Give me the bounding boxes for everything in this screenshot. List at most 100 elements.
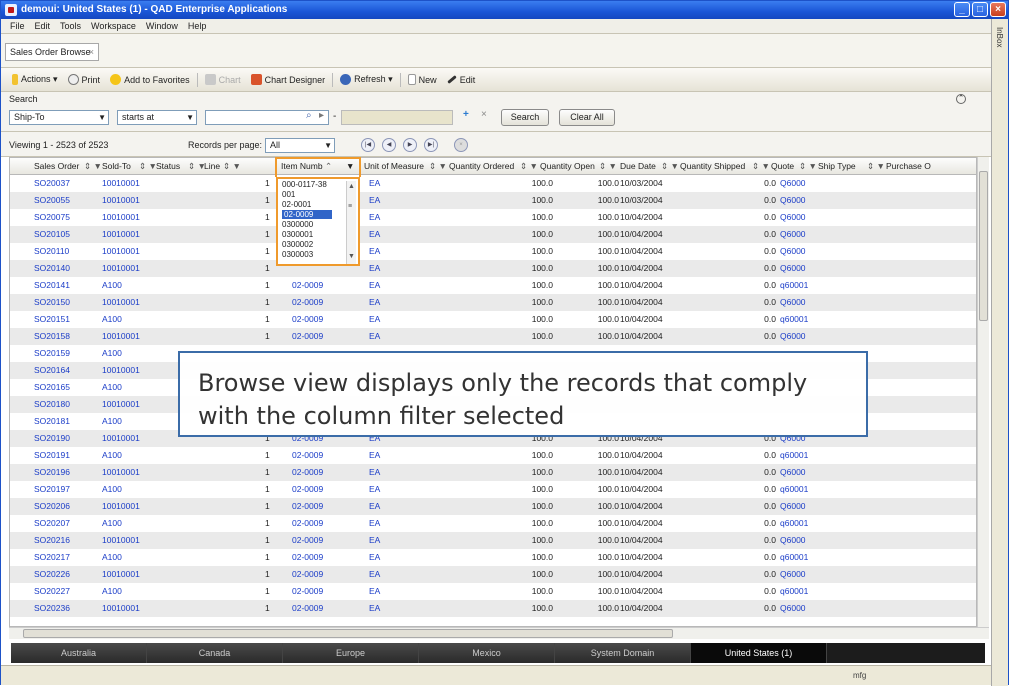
- sort-filter-icon[interactable]: ⇕ ▼: [520, 161, 538, 172]
- cell-sold-to[interactable]: 10010001: [102, 178, 140, 188]
- domain-tab-system-domain[interactable]: System Domain: [555, 643, 691, 663]
- cell-item-number[interactable]: 02-0009: [292, 603, 323, 613]
- cell-sales-order[interactable]: SO20105: [34, 229, 70, 239]
- maximize-button[interactable]: □: [972, 2, 988, 17]
- cell-sales-order[interactable]: SO20150: [34, 297, 70, 307]
- cell-sold-to[interactable]: 10010001: [102, 501, 140, 511]
- scroll-up-icon[interactable]: ▲: [348, 183, 355, 190]
- cell-sales-order[interactable]: SO20217: [34, 552, 70, 562]
- sort-filter-icon[interactable]: ⇕ ▼: [661, 161, 679, 172]
- operator-select[interactable]: starts at ▼: [117, 110, 197, 125]
- cell-sales-order[interactable]: SO20197: [34, 484, 70, 494]
- domain-tab-canada[interactable]: Canada: [147, 643, 283, 663]
- col-quantity-shipped[interactable]: Quantity Shipped: [680, 161, 745, 171]
- table-row[interactable]: SO20227 A100 1 02-0009 EA 100.0 100.0 10/04/200…: [10, 583, 976, 600]
- inbox-sidebar[interactable]: InBox: [991, 19, 1008, 686]
- col-due-date[interactable]: Due Date: [620, 161, 656, 171]
- table-row[interactable]: SO20158 10010001 1 02-0009 EA 100.0 100.0 10/04…: [10, 328, 976, 345]
- cell-sales-order[interactable]: SO20037: [34, 178, 70, 188]
- sort-filter-icon[interactable]: ⇕ ▼: [799, 161, 817, 172]
- tab-sales-order-browse[interactable]: Sales Order Browse ×: [5, 43, 99, 61]
- cell-sales-order[interactable]: SO20216: [34, 535, 70, 545]
- table-row[interactable]: SO20236 10010001 1 02-0009 EA 100.0 100.0 10/04…: [10, 600, 976, 617]
- filter-option[interactable]: 0300002: [282, 240, 313, 249]
- cell-item-number[interactable]: 02-0009: [292, 450, 323, 460]
- search-button[interactable]: Search: [501, 109, 549, 126]
- first-page-icon[interactable]: |◀: [361, 138, 375, 152]
- cell-sales-order[interactable]: SO20236: [34, 603, 70, 613]
- close-tab-icon[interactable]: ×: [89, 44, 94, 60]
- col-ship-type[interactable]: Ship Type: [818, 161, 856, 171]
- table-row[interactable]: SO20075 10010001 1 EA 100.0 100.0 10/04/2004 0.…: [10, 209, 976, 226]
- table-row[interactable]: SO20140 10010001 1 EA 100.0 100.0 10/04/2004 0.…: [10, 260, 976, 277]
- cell-quote[interactable]: q60001: [780, 314, 808, 324]
- actions-button[interactable]: Actions ▾: [7, 71, 63, 89]
- table-row[interactable]: SO20105 10010001 1 EA 100.0 100.0 10/04/2004 0.…: [10, 226, 976, 243]
- cell-quote[interactable]: Q6000: [780, 195, 806, 205]
- cancel-load-icon[interactable]: ×: [454, 138, 468, 152]
- cell-sold-to[interactable]: A100: [102, 518, 122, 528]
- menu-help[interactable]: Help: [183, 19, 212, 33]
- cell-item-number[interactable]: 02-0009: [292, 535, 323, 545]
- menu-workspace[interactable]: Workspace: [86, 19, 141, 33]
- prev-page-icon[interactable]: ◀: [382, 138, 396, 152]
- minimize-button[interactable]: _: [954, 2, 970, 17]
- filter-option[interactable]: 02-0001: [282, 200, 311, 209]
- cell-item-number[interactable]: 02-0009: [292, 586, 323, 596]
- cell-sales-order[interactable]: SO20110: [34, 246, 69, 256]
- cell-quote[interactable]: Q6000: [780, 603, 806, 613]
- cell-sold-to[interactable]: 10010001: [102, 263, 140, 273]
- menu-edit[interactable]: Edit: [30, 19, 56, 33]
- cell-quote[interactable]: q60001: [780, 484, 808, 494]
- last-page-icon[interactable]: ▶|: [424, 138, 438, 152]
- cell-item-number[interactable]: 02-0009: [292, 552, 323, 562]
- new-button[interactable]: New: [403, 71, 442, 89]
- filter-option[interactable]: 0300001: [282, 230, 313, 239]
- cell-sales-order[interactable]: SO20191: [34, 450, 70, 460]
- cell-quote[interactable]: q60001: [780, 552, 808, 562]
- scroll-down-icon[interactable]: ▼: [348, 253, 355, 260]
- cell-sales-order[interactable]: SO20141: [34, 280, 70, 290]
- clear-all-button[interactable]: Clear All: [559, 109, 615, 126]
- sort-filter-icon[interactable]: ⇕ ▼: [599, 161, 617, 172]
- collapse-icon[interactable]: ⌃: [956, 94, 966, 104]
- lookup-icon[interactable]: ⌕: [306, 110, 312, 121]
- sort-filter-icon[interactable]: ⇕ ▼: [429, 161, 447, 172]
- cell-quote[interactable]: q60001: [780, 518, 808, 528]
- col-quote[interactable]: Quote: [771, 161, 794, 171]
- cell-sold-to[interactable]: 10010001: [102, 569, 140, 579]
- cell-item-number[interactable]: 02-0009: [292, 484, 323, 494]
- cell-quote[interactable]: Q6000: [780, 263, 806, 273]
- vertical-scrollbar[interactable]: [977, 157, 989, 627]
- cell-sales-order[interactable]: SO20207: [34, 518, 70, 528]
- cell-sales-order[interactable]: SO20206: [34, 501, 70, 511]
- search-field-select[interactable]: Ship-To ▼: [9, 110, 109, 125]
- cell-sold-to[interactable]: A100: [102, 314, 122, 324]
- col-sold-to[interactable]: Sold-To: [102, 161, 131, 171]
- cell-sales-order[interactable]: SO20140: [34, 263, 70, 273]
- table-row[interactable]: SO20141 A100 1 02-0009 EA 100.0 100.0 10/04/200…: [10, 277, 976, 294]
- scroll-thumb[interactable]: [979, 171, 988, 321]
- table-row[interactable]: SO20191 A100 1 02-0009 EA 100.0 100.0 10/04/200…: [10, 447, 976, 464]
- cell-quote[interactable]: Q6000: [780, 246, 806, 256]
- cell-sales-order[interactable]: SO20226: [34, 569, 70, 579]
- chart-button[interactable]: Chart: [200, 71, 246, 89]
- col-status[interactable]: Status: [156, 161, 180, 171]
- cell-sales-order[interactable]: SO20158: [34, 331, 70, 341]
- cell-quote[interactable]: q60001: [780, 586, 808, 596]
- cell-sold-to[interactable]: 10010001: [102, 195, 140, 205]
- cell-sales-order[interactable]: SO20164: [34, 365, 70, 375]
- cell-sales-order[interactable]: SO20075: [34, 212, 70, 222]
- cell-sold-to[interactable]: 10010001: [102, 365, 140, 375]
- refresh-button[interactable]: Refresh ▾: [335, 71, 398, 89]
- scroll-thumb[interactable]: [23, 629, 673, 638]
- remove-criteria-icon[interactable]: ×: [481, 109, 487, 120]
- cell-quote[interactable]: Q6000: [780, 569, 806, 579]
- cell-sold-to[interactable]: 10010001: [102, 229, 140, 239]
- cell-sales-order[interactable]: SO20181: [34, 416, 70, 426]
- cell-item-number[interactable]: 02-0009: [292, 280, 323, 290]
- domain-tab-mexico[interactable]: Mexico: [419, 643, 555, 663]
- cell-sold-to[interactable]: A100: [102, 348, 122, 358]
- table-row[interactable]: SO20110 10010001 1 EA 100.0 100.0 10/04/2004 0.…: [10, 243, 976, 260]
- col-purchase-order[interactable]: Purchase O: [886, 161, 931, 171]
